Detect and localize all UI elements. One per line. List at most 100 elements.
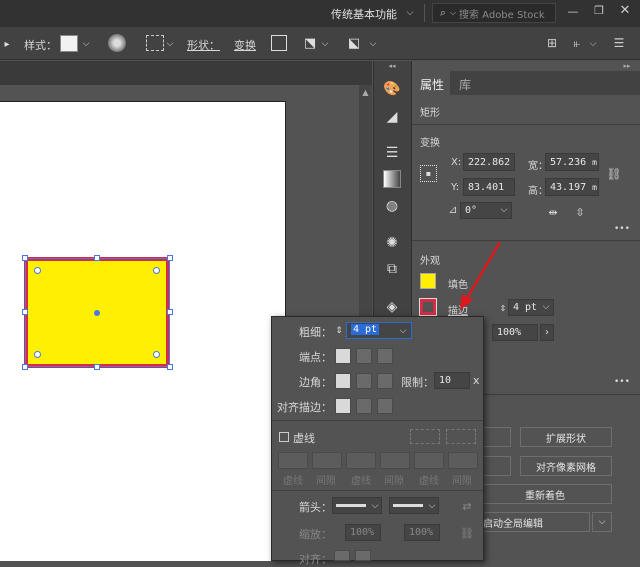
start-scale-field: 100% — [345, 524, 381, 541]
chevron-down-icon[interactable]: ⌵ — [165, 37, 175, 51]
divider — [272, 420, 483, 421]
shape-label[interactable]: 形状： — [187, 37, 220, 53]
limit-label: 限制： — [401, 376, 434, 389]
link-broken-icon[interactable]: ⛓ — [460, 526, 474, 540]
miter-join-button[interactable] — [335, 373, 351, 389]
round-cap-button[interactable] — [356, 348, 372, 364]
width-field[interactable]: 57.236 m — [545, 153, 599, 171]
dash-field-2 — [312, 452, 342, 469]
corner-widget[interactable] — [153, 351, 160, 358]
section-appearance: 外观 — [420, 256, 440, 267]
collapse-arrows-icon[interactable]: ◂◂ — [385, 62, 399, 70]
color-guide-icon[interactable]: ◢ — [383, 108, 401, 126]
stroke-panel-icon[interactable]: ☰ — [383, 144, 401, 162]
minimize-icon[interactable]: — — [566, 4, 580, 18]
projecting-cap-button[interactable] — [377, 348, 393, 364]
close-icon[interactable]: ✕ — [618, 3, 632, 18]
swap-arrowheads-icon[interactable]: ⇄ — [460, 499, 474, 513]
selection-handle[interactable] — [22, 309, 28, 315]
panel-menu-icon[interactable]: ☰ — [612, 36, 626, 50]
fill-swatch[interactable] — [420, 273, 436, 289]
dashed-checkbox[interactable] — [279, 432, 289, 442]
restore-icon[interactable]: ❐ — [592, 3, 606, 17]
selection-handle[interactable] — [94, 364, 100, 370]
annotation-arrow — [460, 241, 502, 310]
selection-handle[interactable] — [22, 255, 28, 261]
distribute-icon[interactable]: ⫦ — [570, 36, 584, 50]
dash-preset-1[interactable] — [410, 429, 440, 444]
selection-handle[interactable] — [167, 255, 173, 261]
link-broken-icon[interactable]: ⛓ — [606, 164, 621, 184]
graphic-styles-icon[interactable]: ⧉ — [383, 260, 401, 278]
start-arrowhead-line — [336, 504, 366, 507]
stroke-swatch[interactable] — [419, 298, 437, 316]
appearance-icon[interactable]: ✺ — [383, 234, 401, 252]
align-grid-icon[interactable] — [146, 35, 164, 51]
more-options[interactable]: ••• — [614, 224, 630, 234]
style-swatch[interactable] — [60, 35, 78, 52]
chevron-down-icon[interactable]: ⌵ — [426, 499, 438, 513]
height-field[interactable]: 43.197 m — [545, 178, 599, 196]
reference-point-icon[interactable]: ▪ — [420, 165, 437, 182]
gradient-icon[interactable] — [383, 170, 401, 188]
transparency-icon[interactable]: ◍ — [383, 197, 401, 215]
chevron-right-icon[interactable]: ▸ — [2, 37, 12, 51]
align-inside-button[interactable] — [356, 398, 372, 414]
butt-cap-button[interactable] — [335, 348, 351, 364]
chevron-down-icon[interactable]: ⌵ — [368, 37, 378, 51]
expand-shape-button[interactable]: 扩展形状 — [520, 427, 612, 447]
tab-library[interactable]: 库 — [459, 76, 471, 93]
chevron-right-icon[interactable]: › — [540, 324, 554, 341]
bevel-join-button[interactable] — [377, 373, 393, 389]
start-global-edit-button[interactable]: 启动全局编辑 — [478, 512, 590, 532]
corner-widget[interactable] — [34, 351, 41, 358]
selection-handle[interactable] — [167, 364, 173, 370]
corner-widget[interactable] — [34, 267, 41, 274]
workspace-switcher[interactable]: 传统基本功能 — [331, 6, 397, 22]
chevron-down-icon[interactable]: ⌵ — [540, 300, 552, 314]
y-field[interactable]: 83.401 — [463, 178, 515, 196]
chevron-down-icon[interactable]: ⌵ — [397, 324, 409, 338]
color-palette-icon[interactable]: 🎨 — [383, 80, 401, 98]
stock-search-input[interactable]: 搜索 Adobe Stock — [459, 6, 545, 21]
scroll-up-icon[interactable]: ▲ — [359, 86, 372, 98]
selection-handle[interactable] — [167, 309, 173, 315]
chevron-down-icon[interactable]: ⌵ — [588, 37, 598, 51]
limit-field[interactable]: 10 — [434, 372, 470, 389]
weight-value-selected: 4 pt — [351, 324, 380, 335]
arrow-align-extend-button — [334, 550, 350, 561]
dash-preset-2[interactable] — [446, 429, 476, 444]
style-label: 样式： — [24, 39, 57, 52]
opacity-field[interactable]: 100% — [492, 324, 538, 341]
align-outside-button[interactable] — [377, 398, 393, 414]
flip-vertical-icon[interactable]: ⇳ — [573, 205, 587, 219]
corner-widget[interactable] — [153, 267, 160, 274]
flip-horizontal-icon[interactable]: ⇹ — [546, 205, 560, 219]
chevron-down-icon[interactable]: ⌵ — [80, 37, 92, 51]
global-edit-options-button[interactable]: ⌵ — [592, 512, 612, 532]
align-pixel-grid-button[interactable]: 对齐像素网格 — [520, 456, 612, 476]
collapse-arrows-icon[interactable]: ▸▸ — [620, 62, 634, 70]
selection-handle[interactable] — [22, 364, 28, 370]
selection-handle[interactable] — [94, 255, 100, 261]
layers-icon[interactable]: ◈ — [383, 298, 401, 316]
reflect-icon[interactable]: ⬔ — [302, 35, 318, 51]
chevron-down-icon[interactable]: ⌵ — [369, 499, 381, 513]
arrange-grid-icon[interactable]: ⊞ — [545, 36, 559, 50]
transform-link[interactable]: 变换 — [234, 37, 256, 53]
cap-label: 端点： — [299, 351, 332, 364]
recolor-wheel-icon[interactable] — [108, 34, 126, 52]
puppet-warp-icon[interactable]: ⬕ — [346, 35, 362, 51]
x-field[interactable]: 222.862 — [463, 153, 515, 171]
x-label: X: — [451, 157, 462, 168]
chevron-down-icon[interactable]: ⌵ — [404, 6, 416, 20]
more-options[interactable]: ••• — [614, 377, 630, 387]
recolor-button[interactable]: 重新着色 — [478, 484, 612, 504]
chevron-down-icon[interactable]: ⌵ — [498, 203, 510, 217]
round-join-button[interactable] — [356, 373, 372, 389]
transform-bounds-icon[interactable] — [271, 35, 287, 51]
chevron-down-icon[interactable]: ⌵ — [320, 37, 330, 51]
align-center-button[interactable] — [335, 398, 351, 414]
weight-stepper-icon[interactable]: ⇕ — [334, 322, 344, 340]
chevron-down-icon[interactable]: ⌵ — [448, 6, 458, 20]
